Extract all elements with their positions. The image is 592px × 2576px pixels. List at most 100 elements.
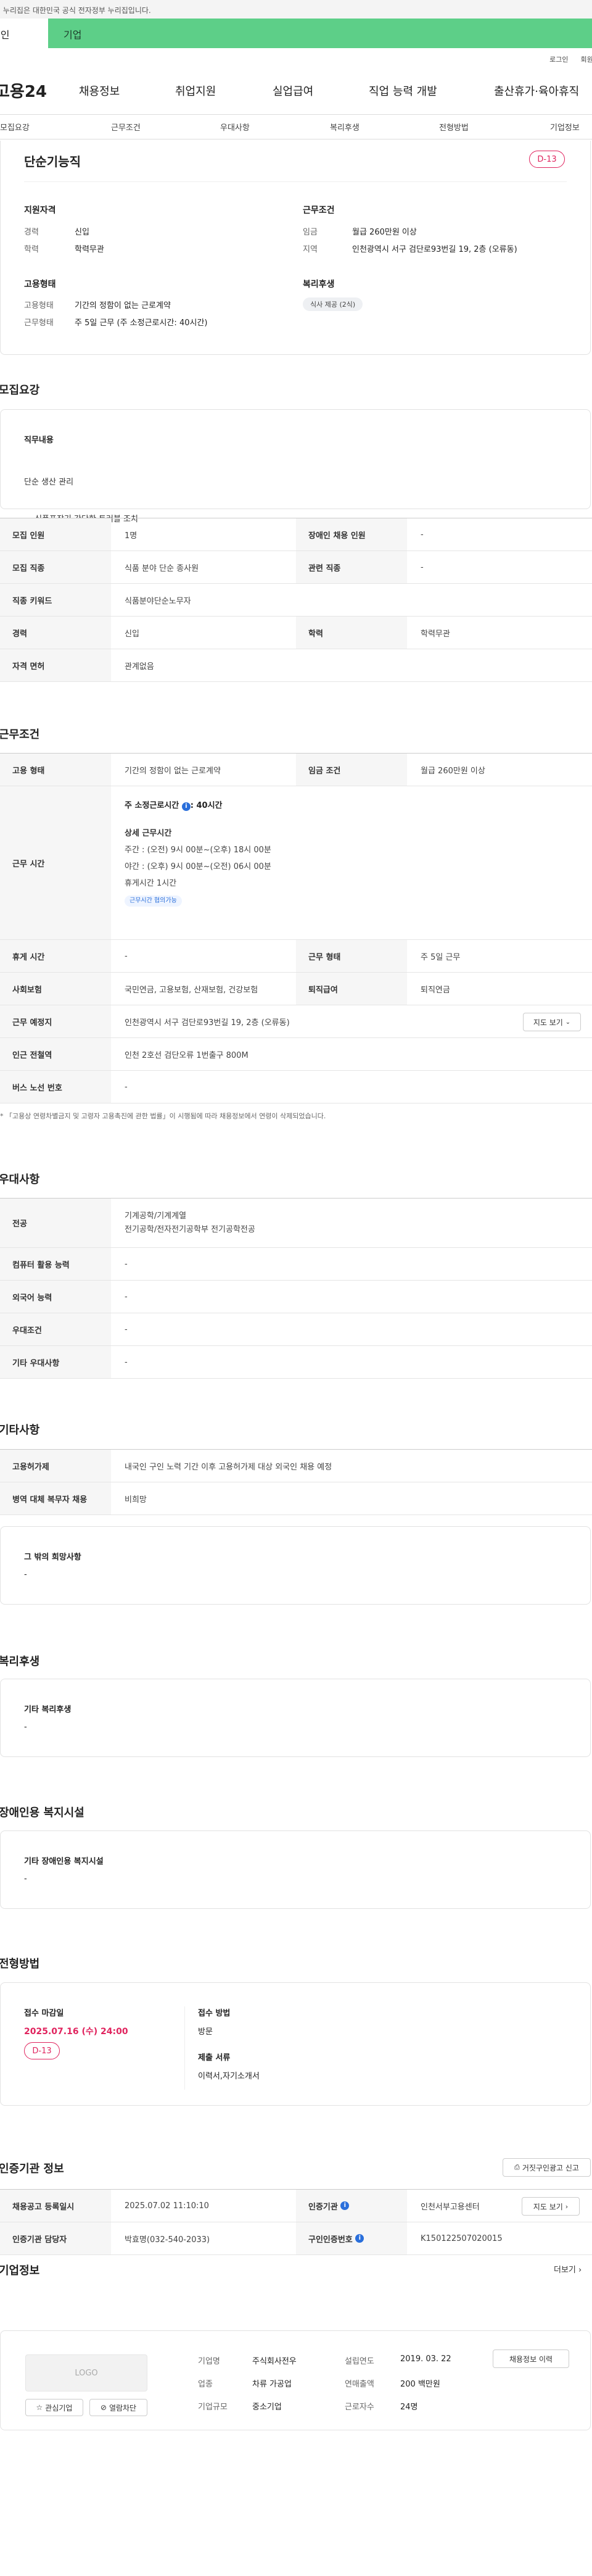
report-icon: ⎙ bbox=[514, 2163, 520, 2171]
block-view-button[interactable]: ⊘ 열람차단 bbox=[89, 2399, 147, 2416]
th-shift: 근무 형태 bbox=[296, 940, 407, 972]
wish-value: - bbox=[24, 1570, 27, 1579]
qualification-heading: 지원자격 bbox=[24, 206, 56, 215]
th-disabled: 장애인 채용 인원 bbox=[296, 518, 407, 551]
td-military: 비희망 bbox=[125, 1495, 147, 1505]
table-row: 버스 노선 번호 - bbox=[0, 1071, 592, 1103]
th-license: 자격 면허 bbox=[0, 649, 111, 681]
map-button[interactable]: 지도 보기 ⌄ bbox=[523, 1013, 581, 1031]
false-ad-report-button[interactable]: ⎙ 거짓구인광고 신고 bbox=[503, 2158, 591, 2177]
deadline-value: 2025.07.16 (수) 24:00 bbox=[24, 2027, 128, 2037]
recruit-section-title: 모집요강 bbox=[0, 384, 40, 397]
welfare-section-title: 복리후생 bbox=[0, 1655, 40, 1668]
table-row: 전공 기계공학/기계계열 전기공학/전자전기공학부 전기공학전공 bbox=[0, 1199, 592, 1248]
career-value: 신입 bbox=[75, 228, 89, 237]
th-place: 근무 예정지 bbox=[0, 1005, 111, 1037]
th-edu: 학력 bbox=[296, 617, 407, 649]
welfare-card: 기타 복리후생 - bbox=[0, 1679, 591, 1757]
subnav-work[interactable]: 근무조건 bbox=[111, 121, 141, 133]
selection-divider bbox=[184, 2006, 185, 2090]
other-table: 고용허가제 내국인 구인 노력 기간 이후 고용허가제 대상 외국인 채용 예정… bbox=[0, 1449, 592, 1515]
facility-card: 기타 장애인용 복지시설 - bbox=[0, 1830, 591, 1909]
hours-negotiable-tag: 근무시간 협의가능 bbox=[125, 895, 182, 907]
prefer-section-title: 우대사항 bbox=[0, 1173, 40, 1186]
welfare-heading: 복리후생 bbox=[303, 280, 335, 289]
gov-notice-text: 이 누리집은 대한민국 공식 전자정부 누리집입니다. bbox=[0, 6, 151, 15]
td-manager: 박효명(032-540-2033) bbox=[125, 2235, 210, 2245]
recruit-table: 모집 인원 1명 장애인 채용 인원 - 모집 직종 식품 분야 단순 종사원 … bbox=[0, 518, 592, 682]
th-reg: 채용공고 등록일시 bbox=[0, 2190, 111, 2222]
join-link[interactable]: 회원가입 bbox=[581, 54, 592, 65]
th-emptype: 고용 형태 bbox=[0, 754, 111, 786]
gnb-item-jobs[interactable]: 채용정보 bbox=[79, 83, 120, 99]
info-icon[interactable]: i bbox=[181, 802, 191, 811]
info-icon[interactable]: i bbox=[355, 2234, 364, 2243]
subnav-recruit[interactable]: 모집요강 bbox=[0, 121, 30, 133]
td-prefer-etc: - bbox=[125, 1357, 128, 1367]
work-type-label: 근무형태 bbox=[24, 318, 54, 328]
hours-day: 주간 : (오전) 9시 00분~(오후) 18시 00분 bbox=[125, 846, 271, 855]
subnav-prefer[interactable]: 우대사항 bbox=[220, 121, 250, 133]
td-job: 식품 분야 단순 종사원 bbox=[125, 563, 199, 573]
table-row: 채용공고 등록일시 2025.07.02 11:10:10 인증기관 i 인천서… bbox=[0, 2190, 592, 2222]
global-nav: 고용24 채용정보 취업지원 실업급여 직업 능력 개발 출산휴가·육아휴직 bbox=[0, 65, 592, 115]
chevron-right-icon: › bbox=[578, 2266, 582, 2275]
gnb-item-unemployment-benefit[interactable]: 실업급여 bbox=[273, 83, 313, 99]
employment-heading: 고용형태 bbox=[24, 280, 56, 289]
tab-individual[interactable]: 개인 bbox=[0, 19, 48, 48]
info-icon[interactable]: i bbox=[340, 2201, 350, 2210]
td-retire: 퇴직연금 bbox=[421, 985, 450, 995]
founded-value: 2019. 03. 22 bbox=[400, 2354, 451, 2364]
welfare-card-value: - bbox=[24, 1722, 27, 1732]
recruit-history-button[interactable]: 채용정보 이력 bbox=[493, 2350, 569, 2368]
interest-company-button[interactable]: ☆ 관심기업 bbox=[25, 2399, 83, 2416]
table-row: 컴퓨터 활용 능력 - bbox=[0, 1248, 592, 1281]
duty-card: 직무내용 단순 생산 관리 - 식품포장기 간단한 트러블 조치 - 생산제품 … bbox=[0, 409, 591, 561]
industry-label: 업종 bbox=[198, 2380, 213, 2389]
td-computer: - bbox=[125, 1259, 128, 1269]
company-card: LOGO ☆ 관심기업 ⊘ 열람차단 기업명 주식회사전우 업종 차류 가공업 기업… bbox=[0, 2330, 591, 2430]
founded-label: 설립연도 bbox=[345, 2357, 374, 2366]
star-icon: ☆ bbox=[36, 2403, 43, 2412]
employment-type-value: 기간의 정함이 없는 근로계약 bbox=[75, 301, 171, 310]
th-prefer-cond: 우대조건 bbox=[0, 1313, 111, 1345]
tab-company[interactable]: 기업 bbox=[48, 19, 592, 48]
subnav-company[interactable]: 기업정보 bbox=[550, 121, 580, 133]
gnb-item-parental-leave[interactable]: 출산휴가·육아휴직 bbox=[494, 83, 579, 99]
td-license: 관계없음 bbox=[125, 662, 154, 671]
gnb-item-employment-support[interactable]: 취업지원 bbox=[175, 83, 216, 99]
td-agency: 인천서부고용센터 bbox=[421, 2202, 480, 2212]
td-count: 1명 bbox=[125, 531, 138, 541]
sales-value: 200 백만원 bbox=[400, 2380, 440, 2389]
subnav-welfare[interactable]: 복리후생 bbox=[330, 121, 360, 133]
table-row: 근무 예정지 인천광역시 서구 검단로93번길 19, 2층 (오류동) 지도 … bbox=[0, 1005, 592, 1038]
utility-links: 로그인 회원가입 bbox=[0, 48, 592, 65]
conditions-heading: 근무조건 bbox=[303, 206, 335, 215]
deadline-label: 접수 마감일 bbox=[24, 2009, 64, 2018]
job-summary-card: 단순기능직 D-13 지원자격 경력 신입 학력 학력무관 고용형태 고용형태 … bbox=[0, 141, 591, 355]
table-row: 직종 키워드 식품분야단순노무자 bbox=[0, 584, 592, 617]
chevron-right-icon: › bbox=[565, 2202, 569, 2211]
wage-label: 임금 bbox=[303, 228, 318, 237]
user-type-tabs: 개인 기업 bbox=[0, 19, 592, 48]
login-link[interactable]: 로그인 bbox=[549, 54, 568, 65]
agency-map-button[interactable]: 지도 보기 › bbox=[522, 2197, 580, 2216]
gnb-item-vocational-training[interactable]: 직업 능력 개발 bbox=[369, 83, 437, 99]
company-name-label: 기업명 bbox=[198, 2357, 220, 2366]
table-row: 자격 면허 관계없음 bbox=[0, 649, 592, 682]
docs-label: 제출 서류 bbox=[198, 2053, 231, 2063]
th-major: 전공 bbox=[0, 1199, 111, 1247]
welfare-card-heading: 기타 복리후생 bbox=[24, 1705, 72, 1714]
td-language: - bbox=[125, 1292, 128, 1302]
table-row: 모집 직종 식품 분야 단순 종사원 관련 직종 - bbox=[0, 551, 592, 584]
weekly-hours: 주 소정근로시간 i: 40시간 bbox=[125, 801, 223, 811]
company-more-link[interactable]: 더보기 › bbox=[554, 2263, 582, 2275]
th-jobno: 구인인증번호 bbox=[308, 2235, 353, 2245]
company-name-value: 주식회사전우 bbox=[252, 2357, 297, 2366]
table-row: 경력 신입 학력 학력무관 bbox=[0, 617, 592, 649]
subnav-selection[interactable]: 전형방법 bbox=[439, 121, 469, 133]
site-logo[interactable]: 고용24 bbox=[0, 79, 72, 102]
td-related: - bbox=[421, 562, 424, 572]
wish-card: 그 밖의 희망사항 - bbox=[0, 1526, 591, 1605]
method-label: 접수 방법 bbox=[198, 2009, 231, 2018]
